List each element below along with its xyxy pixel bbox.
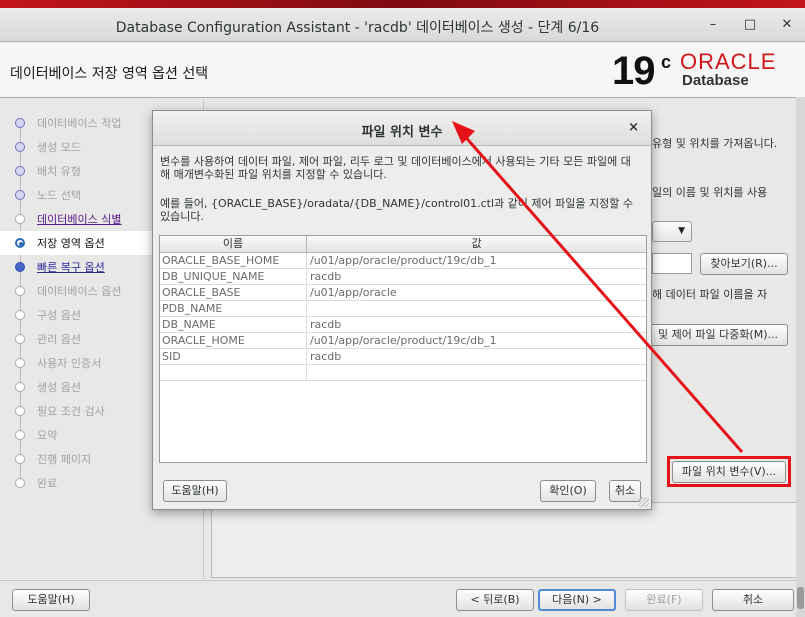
annotation-arrow-head	[452, 121, 475, 144]
annotation-arrow-line	[460, 132, 744, 453]
annotation-arrow	[452, 121, 744, 453]
